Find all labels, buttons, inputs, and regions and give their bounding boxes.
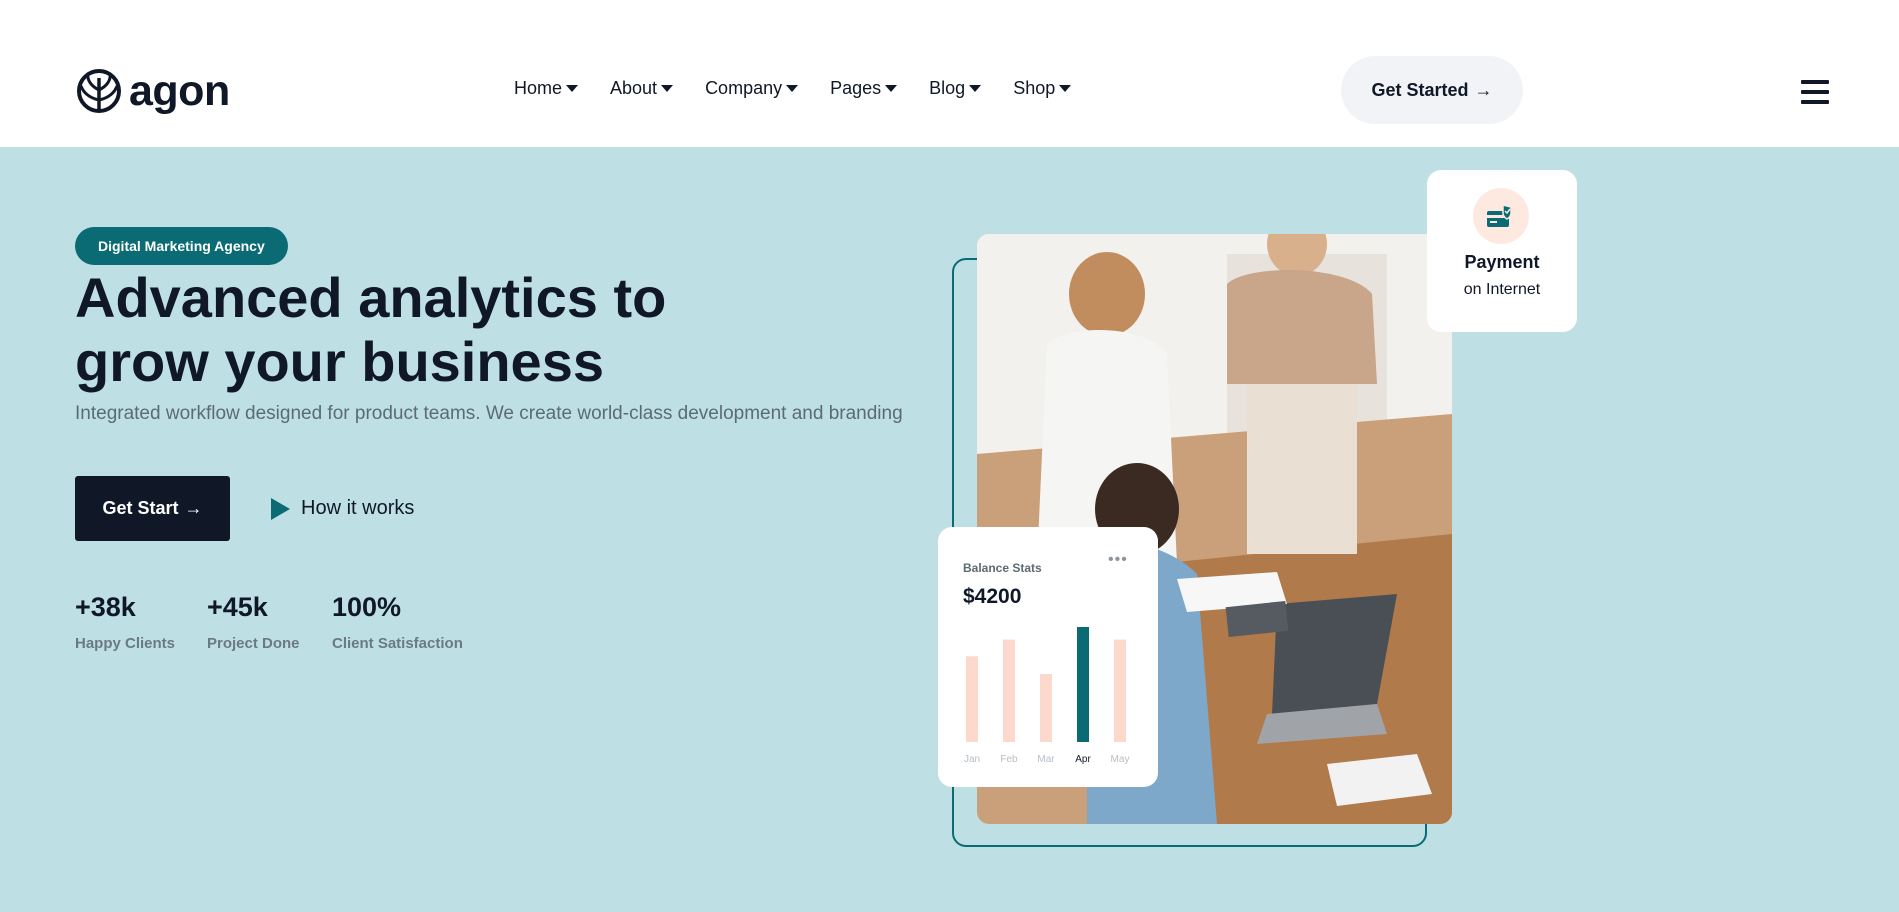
get-start-button[interactable]: Get Start → [75,476,230,541]
caret-down-icon [786,85,799,92]
hero-title: Advanced analytics to grow your business [75,266,835,394]
payment-card: Payment on Internet [1427,170,1577,332]
stat-value: +38k [75,592,136,622]
get-started-button[interactable]: Get Started → [1341,56,1523,124]
tick-label-may: May [1111,754,1130,765]
bar-mar [1040,674,1052,742]
how-it-works-label: How it works [301,497,415,519]
agency-badge: Digital Marketing Agency [75,227,288,265]
nav-item-about[interactable]: About [610,78,674,99]
nav-item-company[interactable]: Company [705,78,799,99]
balance-bar-chart: Jan Feb Mar Apr May [964,627,1130,765]
main-nav: Home About Company Pages Blog Shop [514,78,1103,99]
tick-label-jan: Jan [964,754,980,765]
nav-label: About [610,78,658,98]
nav-label: Pages [830,78,882,98]
nav-item-home[interactable]: Home [514,78,579,99]
nav-label: Company [705,78,783,98]
hero-subtitle: Integrated workflow designed for product… [75,403,903,424]
hero-title-line-2: grow your business [75,330,604,393]
caret-down-icon [885,85,898,92]
stat-value: 100% [332,592,402,622]
logo-text: agon [129,66,230,115]
bar-apr [1077,627,1089,742]
stat-value: +45k [207,592,268,622]
bar-jan [966,656,978,742]
payment-title: Payment [1464,252,1540,272]
stat-client-satisfaction: 100% Client Satisfaction [332,592,463,652]
tick-label-apr: Apr [1075,754,1091,765]
stat-label: Happy Clients [75,635,176,652]
balance-stats-card: Balance Stats ••• $4200 Jan Feb Mar Apr May [938,527,1158,787]
bar-feb [1003,639,1015,742]
nav-item-pages[interactable]: Pages [830,78,898,99]
get-start-label: Get Start [102,498,179,518]
logo[interactable]: agon [75,68,230,114]
stat-happy-clients: +38k Happy Clients [75,592,175,652]
caret-down-icon [661,85,674,92]
caret-down-icon [566,85,579,92]
caret-down-icon [969,85,982,92]
payment-icon-wrapper [1473,188,1529,244]
caret-down-icon [1059,85,1072,92]
leaf-logo-icon [77,69,121,113]
hero-title-line-1: Advanced analytics to [75,266,667,329]
nav-item-shop[interactable]: Shop [1013,78,1072,99]
hamburger-icon[interactable] [1801,80,1829,104]
payment-subtitle: on Internet [1463,281,1541,298]
tick-label-mar: Mar [1037,754,1055,765]
nav-label: Home [514,78,563,98]
get-started-label: Get Started [1371,79,1469,100]
stat-label: Client Satisfaction [332,635,463,652]
play-icon [271,497,290,520]
nav-item-blog[interactable]: Blog [929,78,982,99]
nav-label: Shop [1013,78,1056,98]
how-it-works-link[interactable]: How it works [271,497,414,520]
bar-may [1114,639,1126,742]
nav-label: Blog [929,78,966,98]
arrow-right-icon: → [184,498,203,518]
tick-label-feb: Feb [1000,754,1018,765]
stat-label: Project Done [207,635,300,652]
arrow-right-icon: → [1474,79,1493,100]
site-header: agon Home About Company Pages Blog Shop … [0,0,1899,147]
stat-project-done: +45k Project Done [207,592,300,652]
payment-card-check-icon [1487,204,1512,227]
